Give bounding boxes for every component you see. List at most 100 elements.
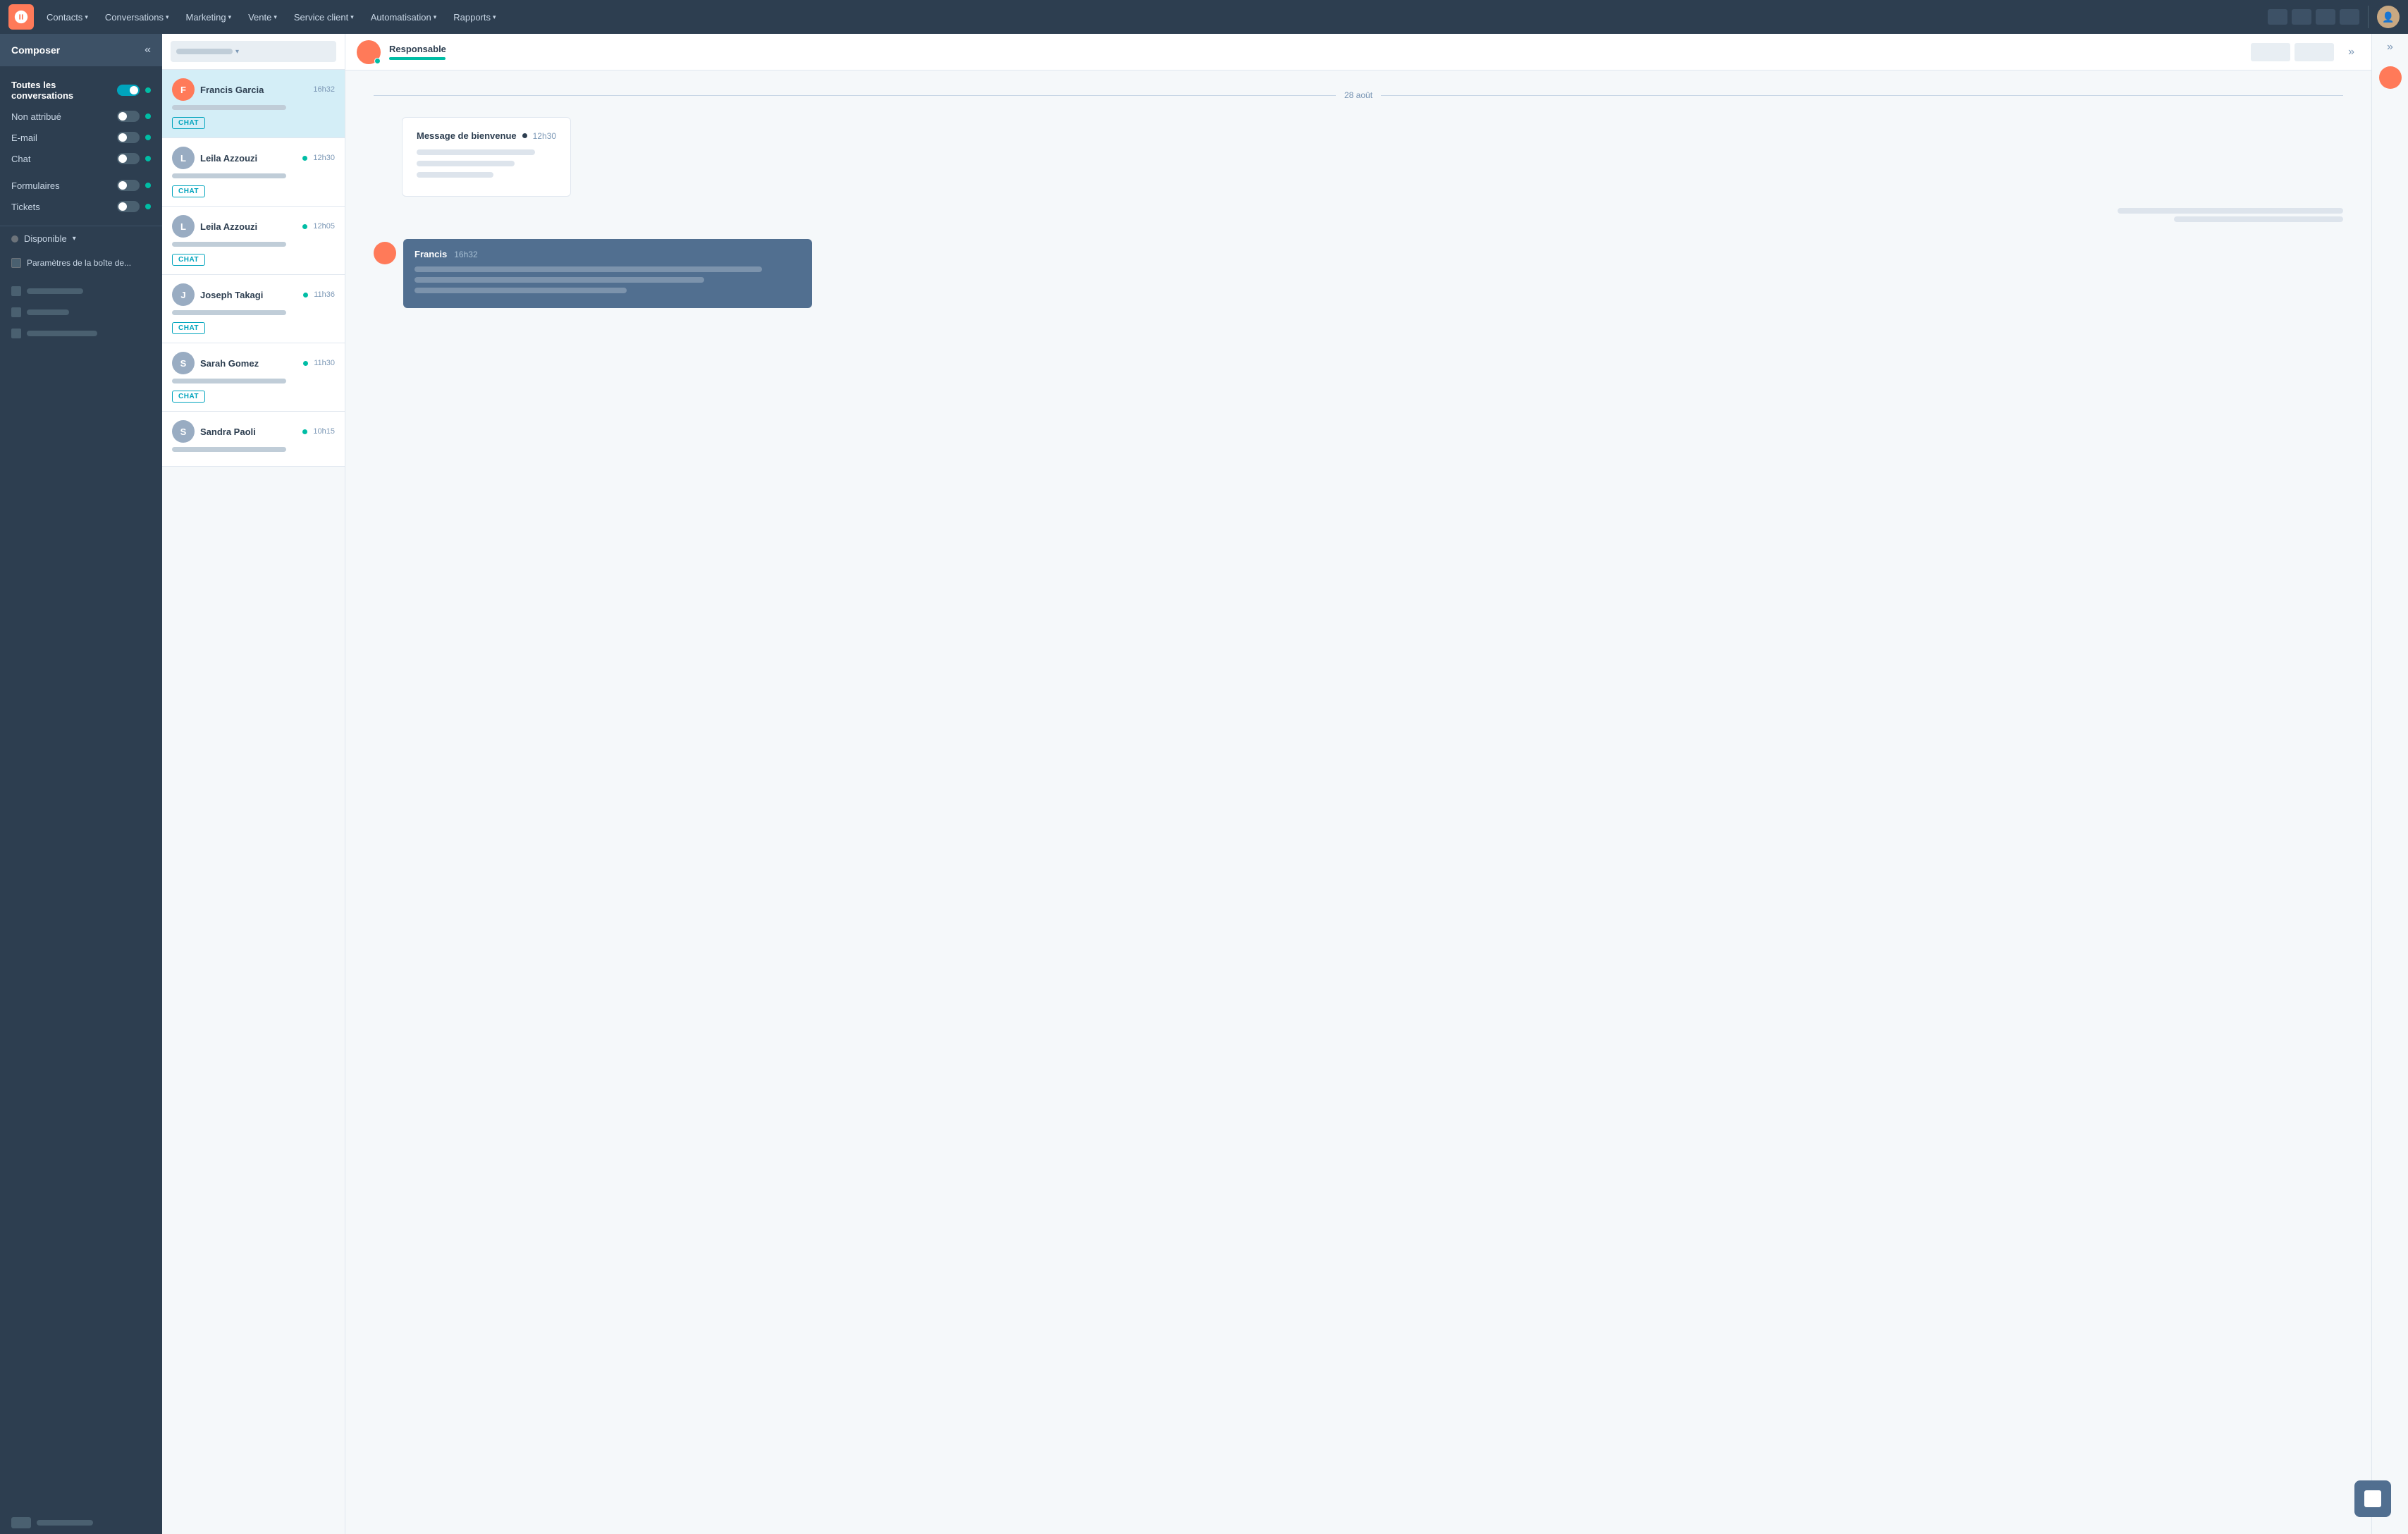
- composer-header: Composer «: [0, 34, 162, 66]
- sidebar-item-formulaires[interactable]: Formulaires: [0, 175, 162, 196]
- sidebar-toggle-formulaires[interactable]: [117, 180, 140, 191]
- divider-line: [1381, 95, 2343, 96]
- sidebar-item-label: Formulaires: [11, 180, 111, 191]
- mailbox-label: Paramètres de la boîte de...: [27, 258, 131, 268]
- status-dot: [145, 113, 151, 119]
- sidebar-conversations-section: Toutes les conversations Non attribué E-…: [0, 66, 162, 226]
- chat-area: 28 août Message de bienvenue 12h30: [345, 70, 2371, 1534]
- sidebar-item-email[interactable]: E-mail: [0, 127, 162, 148]
- hubspot-logo[interactable]: [8, 4, 34, 30]
- nav-icon-button-2[interactable]: [2292, 9, 2311, 25]
- sidebar-extra-icon: [11, 286, 21, 296]
- nav-marketing[interactable]: Marketing ▾: [178, 8, 238, 27]
- chevron-down-icon: ▾: [434, 13, 437, 21]
- status-dot: [145, 156, 151, 161]
- conv-item-leila-azzouzi-2[interactable]: L Leila Azzouzi 12h05 CHAT: [162, 207, 345, 275]
- conv-search-bar[interactable]: ▾: [171, 41, 336, 62]
- chevron-down-icon: ▾: [493, 13, 496, 21]
- sidebar-extra-item-2[interactable]: [0, 302, 162, 323]
- sidebar-toggle-toutes[interactable]: [117, 85, 140, 96]
- sidebar-item-tickets[interactable]: Tickets: [0, 196, 162, 217]
- agent-text-bar: [414, 266, 762, 272]
- header-actions: [2251, 43, 2334, 61]
- sidebar-item-toutes[interactable]: Toutes les conversations: [0, 75, 162, 106]
- nav-contacts[interactable]: Contacts ▾: [39, 8, 95, 27]
- agent-avatar: [374, 242, 396, 264]
- message-text-bar: [417, 149, 535, 155]
- conv-time: 10h15: [313, 427, 335, 436]
- date-divider-text: 28 août: [1344, 90, 1372, 100]
- collapse-right-button[interactable]: »: [2342, 46, 2360, 59]
- sidebar-extra-text: [27, 309, 69, 315]
- chevron-down-icon: ▾: [350, 13, 354, 21]
- status-dot: [145, 135, 151, 140]
- conv-item-sarah-gomez[interactable]: S Sarah Gomez 11h30 CHAT: [162, 343, 345, 412]
- visitor-text-bar: [2118, 208, 2343, 214]
- conv-item-sandra-paoli[interactable]: S Sandra Paoli 10h15: [162, 412, 345, 467]
- contact-name: Responsable: [389, 44, 2242, 54]
- mailbox-checkbox[interactable]: [11, 258, 21, 268]
- status-dot: [522, 133, 527, 138]
- header-action-btn-2[interactable]: [2295, 43, 2334, 61]
- sidebar-extra-icon: [11, 307, 21, 317]
- sidebar-item-non-attribue[interactable]: Non attribué: [0, 106, 162, 127]
- sidebar-mailbox-settings[interactable]: Paramètres de la boîte de...: [0, 251, 162, 275]
- nav-automatisation[interactable]: Automatisation ▾: [364, 8, 444, 27]
- main-content: Responsable » 28 août Message de bienven…: [345, 34, 2371, 1534]
- sidebar-item-chat[interactable]: Chat: [0, 148, 162, 169]
- conv-name: Leila Azzouzi: [200, 153, 297, 164]
- conv-preview: [172, 447, 286, 452]
- composer-label: Composer: [11, 44, 139, 56]
- sidebar-extra-icon: [11, 329, 21, 338]
- status-dot: [145, 204, 151, 209]
- nav-icon-button-1[interactable]: [2268, 9, 2287, 25]
- contact-status-bar: [389, 57, 446, 60]
- nav-service[interactable]: Service client ▾: [287, 8, 361, 27]
- conv-item-leila-azzouzi-1[interactable]: L Leila Azzouzi 12h30 CHAT: [162, 138, 345, 207]
- conv-name: Francis Garcia: [200, 85, 307, 95]
- online-dot: [374, 58, 381, 64]
- nav-conversations[interactable]: Conversations ▾: [98, 8, 176, 27]
- conv-name: Joseph Takagi: [200, 290, 297, 300]
- sidebar-toggle-tickets[interactable]: [117, 201, 140, 212]
- sidebar-extra-item-3[interactable]: [0, 323, 162, 344]
- conv-time: 11h36: [314, 290, 335, 299]
- status-dot: [302, 224, 307, 229]
- conv-type-badge: CHAT: [172, 117, 205, 129]
- nav-rapports[interactable]: Rapports ▾: [446, 8, 503, 27]
- sidebar-bottom-text: [37, 1520, 93, 1526]
- conv-time: 16h32: [313, 85, 335, 94]
- avatar: S: [172, 420, 195, 443]
- header-action-btn-1[interactable]: [2251, 43, 2290, 61]
- chevron-down-icon: ▾: [73, 235, 76, 243]
- main-layout: Composer « Toutes les conversations Non …: [0, 34, 2408, 1534]
- collapse-sidebar-button[interactable]: «: [145, 44, 151, 56]
- sidebar-toggle-non-attribue[interactable]: [117, 111, 140, 122]
- collapse-right-sidebar-button[interactable]: »: [2387, 41, 2393, 54]
- conv-name: Sandra Paoli: [200, 427, 297, 437]
- chevron-down-icon: ▾: [228, 13, 232, 21]
- sidebar-item-label: E-mail: [11, 133, 111, 143]
- nav-icon-button-3[interactable]: [2316, 9, 2335, 25]
- chat-widget-button[interactable]: [2354, 1480, 2391, 1517]
- sidebar-available-status[interactable]: Disponible ▾: [0, 226, 162, 251]
- sidebar-bottom-rect: [11, 1517, 31, 1528]
- sidebar-toggle-email[interactable]: [117, 132, 140, 143]
- status-dot: [303, 293, 308, 297]
- nav-items: Contacts ▾ Conversations ▾ Marketing ▾ V…: [39, 8, 2262, 27]
- status-dot: [302, 429, 307, 434]
- user-avatar[interactable]: 👤: [2377, 6, 2400, 28]
- conv-item-joseph-takagi[interactable]: J Joseph Takagi 11h36 CHAT: [162, 275, 345, 343]
- sidebar-extra-item-1[interactable]: [0, 281, 162, 302]
- avatar: L: [172, 147, 195, 169]
- sidebar-toggle-chat[interactable]: [117, 153, 140, 164]
- conv-time: 12h05: [313, 222, 335, 231]
- conv-item-francis-garcia[interactable]: F Francis Garcia 16h32 CHAT: [162, 70, 345, 138]
- sidebar-orange-button[interactable]: [2379, 66, 2402, 89]
- conversations-list: ▾ F Francis Garcia 16h32 CHAT L Leila Az…: [162, 34, 345, 1534]
- nav-vente[interactable]: Vente ▾: [241, 8, 284, 27]
- contact-avatar: [357, 40, 381, 64]
- chevron-down-icon: ▾: [235, 48, 239, 56]
- nav-icon-button-4[interactable]: [2340, 9, 2359, 25]
- visitor-message: [2118, 208, 2343, 222]
